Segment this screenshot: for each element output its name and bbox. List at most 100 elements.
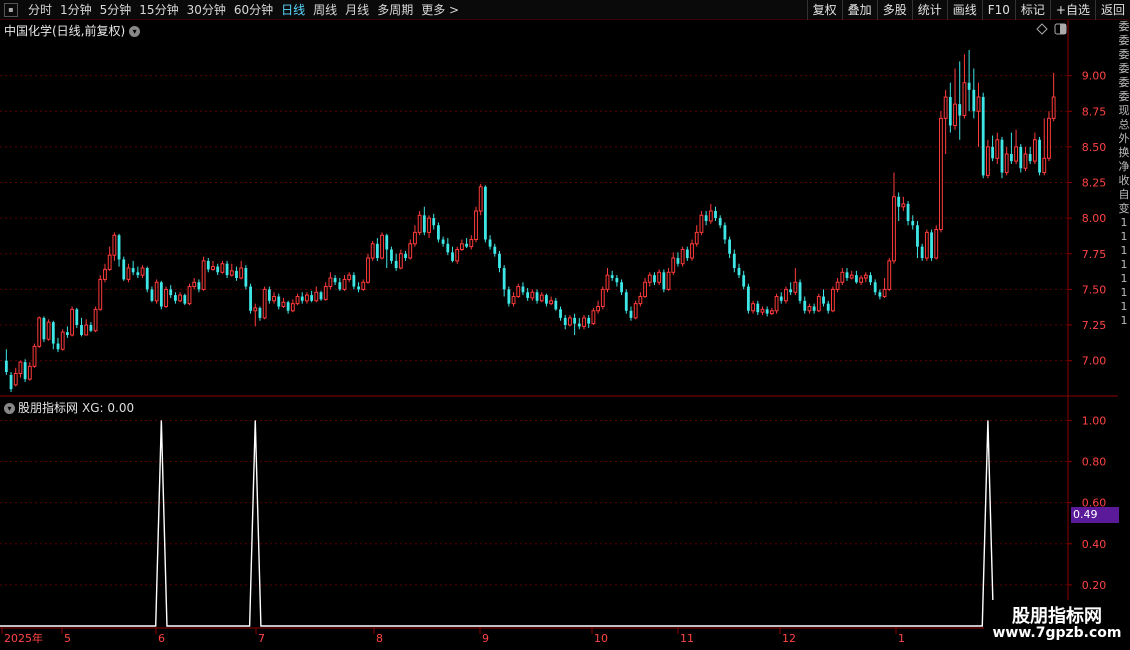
candle[interactable] (1051, 72, 1056, 122)
candle[interactable] (60, 329, 65, 351)
chevron-down-icon[interactable]: ▾ (129, 26, 141, 37)
candle[interactable] (798, 279, 802, 304)
candle[interactable] (140, 265, 145, 278)
window-toggle-icon[interactable] (1054, 23, 1067, 35)
candle[interactable] (789, 282, 793, 296)
candle[interactable] (769, 307, 774, 316)
candle[interactable] (835, 277, 840, 293)
candle[interactable] (13, 367, 18, 387)
candle[interactable] (600, 286, 605, 310)
candle[interactable] (765, 306, 769, 317)
candle[interactable] (699, 211, 704, 236)
candle[interactable] (493, 243, 497, 257)
candle[interactable] (385, 233, 389, 269)
candle[interactable] (357, 282, 360, 293)
candle[interactable] (657, 269, 662, 286)
candle[interactable] (235, 266, 238, 281)
candle[interactable] (122, 256, 126, 281)
candle[interactable] (32, 343, 37, 368)
candle[interactable] (742, 270, 746, 290)
candle[interactable] (169, 285, 173, 298)
candle[interactable] (507, 286, 511, 307)
candle[interactable] (516, 283, 521, 298)
candle[interactable] (803, 296, 807, 314)
candle[interactable] (967, 49, 971, 112)
candle[interactable] (112, 232, 117, 261)
candle[interactable] (9, 372, 13, 392)
candle[interactable] (779, 292, 783, 304)
candle[interactable] (892, 172, 896, 264)
candle[interactable] (610, 270, 614, 281)
candle[interactable] (65, 326, 69, 338)
candle[interactable] (1032, 132, 1037, 164)
candle[interactable] (549, 296, 554, 306)
candle[interactable] (258, 306, 262, 321)
candle[interactable] (972, 68, 976, 119)
candle[interactable] (178, 292, 183, 303)
candle[interactable] (488, 235, 492, 250)
candle[interactable] (728, 236, 732, 259)
candle[interactable] (732, 249, 736, 273)
candle[interactable] (459, 239, 464, 251)
candle[interactable] (18, 360, 23, 378)
candle[interactable] (305, 292, 309, 304)
candle[interactable] (995, 132, 1000, 164)
candle[interactable] (281, 297, 286, 308)
candle[interactable] (1047, 111, 1051, 162)
candle[interactable] (483, 185, 487, 243)
candle[interactable] (633, 300, 638, 320)
candle[interactable] (390, 246, 393, 264)
candle[interactable] (854, 270, 858, 284)
candle[interactable] (723, 222, 727, 244)
candle[interactable] (849, 270, 854, 280)
candle[interactable] (981, 92, 985, 179)
candle[interactable] (573, 313, 577, 335)
candle[interactable] (568, 315, 572, 327)
candle[interactable] (746, 283, 750, 314)
candle[interactable] (577, 317, 581, 330)
candle[interactable] (1023, 146, 1028, 172)
candle[interactable] (37, 316, 42, 348)
candle[interactable] (863, 272, 868, 283)
candle[interactable] (812, 303, 816, 314)
candle[interactable] (272, 292, 276, 304)
diamond-icon[interactable] (1036, 23, 1048, 35)
candle[interactable] (897, 192, 901, 221)
candle[interactable] (647, 272, 652, 287)
candle[interactable] (225, 260, 229, 278)
candle[interactable] (1038, 136, 1041, 176)
candle[interactable] (911, 215, 915, 230)
candle[interactable] (1004, 146, 1009, 176)
candle[interactable] (676, 252, 680, 267)
candle[interactable] (192, 277, 197, 290)
candle[interactable] (662, 269, 666, 293)
candle[interactable] (873, 279, 877, 296)
candle[interactable] (714, 206, 717, 221)
candle[interactable] (1014, 129, 1018, 164)
candle[interactable] (991, 135, 995, 162)
candle[interactable] (690, 239, 694, 261)
candle[interactable] (455, 246, 460, 264)
candle[interactable] (784, 286, 788, 304)
candle[interactable] (361, 279, 366, 291)
candle[interactable] (174, 292, 177, 304)
candle[interactable] (347, 272, 352, 283)
candle[interactable] (934, 225, 939, 260)
candle[interactable] (262, 286, 267, 320)
candle[interactable] (793, 268, 798, 296)
candle[interactable] (756, 300, 760, 316)
candle[interactable] (394, 253, 398, 271)
candle[interactable] (502, 265, 506, 297)
candle[interactable] (93, 306, 98, 333)
candle[interactable] (277, 293, 281, 310)
candle[interactable] (239, 260, 244, 280)
candle[interactable] (56, 337, 60, 353)
candle[interactable] (117, 233, 121, 267)
candle[interactable] (901, 196, 906, 212)
candle[interactable] (310, 290, 314, 303)
candle[interactable] (559, 306, 562, 321)
candle[interactable] (737, 263, 741, 278)
candle[interactable] (615, 275, 619, 287)
candle[interactable] (953, 68, 957, 130)
candle[interactable] (845, 268, 849, 281)
